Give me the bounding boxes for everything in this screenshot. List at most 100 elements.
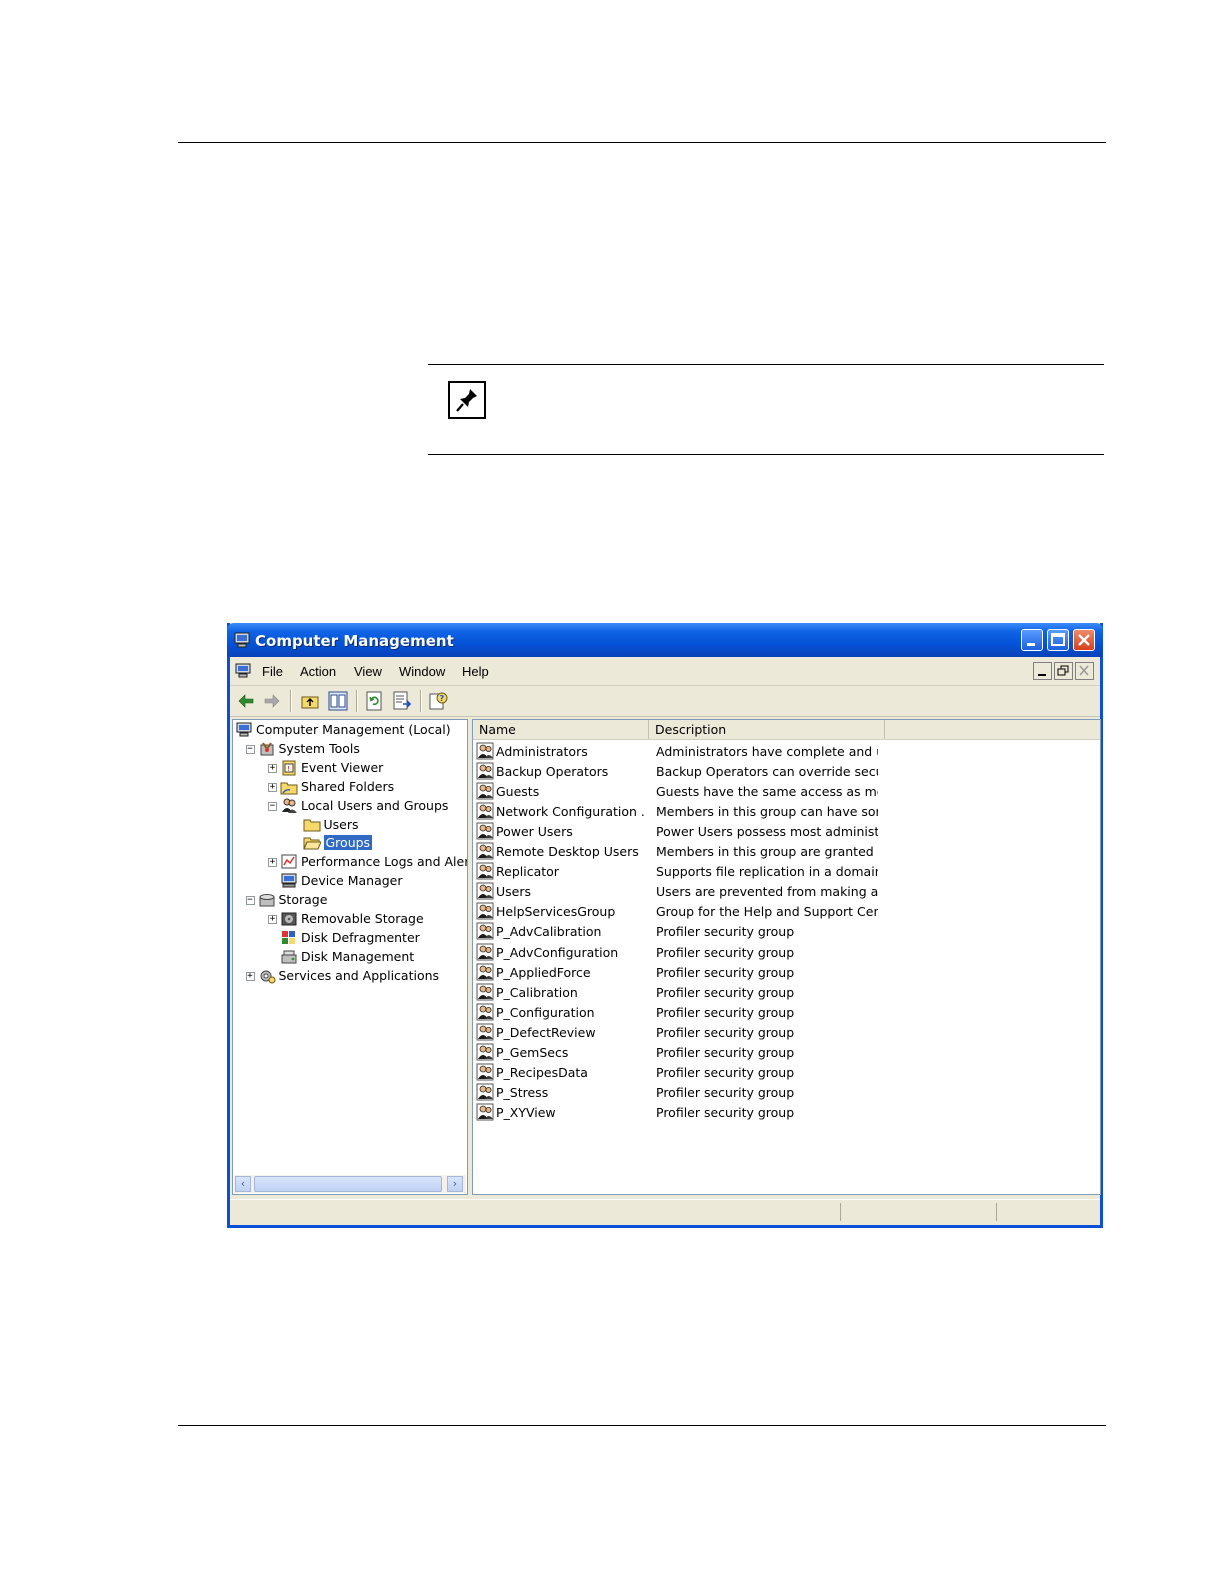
tree-item-event-viewer[interactable]: +! Event Viewer [233,759,467,777]
maximize-button[interactable] [1047,629,1069,651]
close-button[interactable] [1073,629,1095,651]
list-item[interactable]: Replicator Supports file replication in a… [473,862,1100,882]
tree-item-storage[interactable]: − Storage [233,891,467,909]
tree-item-local-users-and-groups[interactable]: − Local Users and Groups [233,797,467,815]
list-item[interactable]: P_XYView Profiler security group [473,1103,1100,1123]
export-list-icon[interactable] [392,691,412,711]
group-description: Power Users possess most administr... [656,824,878,840]
window-title: Computer Management [255,632,454,650]
folder-open-icon [302,837,321,850]
collapse-icon[interactable]: − [268,801,277,811]
console-tree: Computer Management (Local) − System Tools… [232,719,468,1195]
group-name: Remote Desktop Users [496,844,639,860]
list-item[interactable]: P_Stress Profiler security group [473,1083,1100,1103]
menu-file[interactable]: File [262,664,283,679]
list-item[interactable]: Administrators Administrators have comple… [473,742,1100,762]
list-item[interactable]: Remote Desktop Users Members in this grou… [473,842,1100,862]
group-description: Profiler security group [656,944,795,960]
list-item[interactable]: Guests Guests have the same access as me.… [473,782,1100,802]
list-item[interactable]: P_Calibration Profiler security group [473,983,1100,1003]
group-icon [476,1023,494,1041]
tree-item-disk-defragmenter[interactable]: Disk Defragmenter [233,929,467,947]
expand-icon[interactable]: + [268,763,277,773]
close-icon [1079,665,1089,676]
mdi-minimize-button[interactable] [1033,662,1052,680]
list-item[interactable]: Power Users Power Users possess most admi… [473,822,1100,842]
minimize-icon [1038,674,1046,676]
list-item[interactable]: Users Users are prevented from making ac.… [473,882,1100,902]
disk-management-icon [281,950,297,964]
list-item[interactable]: P_RecipesData Profiler security group [473,1063,1100,1083]
scroll-left-button[interactable]: ‹ [235,1176,251,1192]
users-groups-icon [282,798,297,813]
collapse-icon[interactable]: − [245,896,255,906]
horizontal-scrollbar[interactable]: ‹ › [234,1175,466,1193]
list-item[interactable]: Backup Operators Backup Operators can ove… [473,762,1100,782]
tree-item-label: Disk Management [301,948,415,964]
column-header-description[interactable]: Description [649,720,885,739]
list-item[interactable]: P_AdvCalibration Profiler security group [473,922,1100,942]
mdi-controls [1033,662,1097,680]
list-item[interactable]: P_DefectReview Profiler security group [473,1023,1100,1043]
tree-item-label: Services and Applications [278,967,440,983]
expand-icon[interactable]: + [268,782,277,792]
menu-view[interactable]: View [354,664,382,679]
group-description: Backup Operators can override secu... [656,764,878,780]
group-icon [476,802,494,820]
computer-icon [234,632,250,648]
tree-item-removable-storage[interactable]: + Removable Storage [233,910,467,928]
folder-icon [303,819,320,831]
show-hide-tree-icon[interactable] [328,691,348,711]
tree-item-shared-folders[interactable]: + Shared Folders [233,778,467,796]
menu-window[interactable]: Window [399,664,445,679]
list-item[interactable]: Network Configuration ... Members in this… [473,802,1100,822]
minimize-button[interactable] [1021,629,1043,651]
tree-item-computer-management-local[interactable]: Computer Management (Local) [233,721,467,739]
tools-icon [260,742,273,756]
help-icon[interactable]: ? [428,691,448,711]
tree-item-label: System Tools [278,740,360,756]
expand-icon[interactable]: + [268,915,277,924]
tree-item-services-and-applications[interactable]: + Services and Applications [233,967,467,985]
toolbar: ? [230,686,1100,717]
list-item[interactable]: P_GemSecs Profiler security group [473,1043,1100,1063]
group-icon [476,882,494,900]
column-header-name[interactable]: Name [473,720,649,739]
mdi-close-button[interactable] [1075,662,1094,680]
expand-icon[interactable]: + [245,971,255,981]
menu-action[interactable]: Action [300,664,336,679]
mdi-restore-button[interactable] [1054,662,1073,680]
tree-item-device-manager[interactable]: Device Manager [233,872,467,890]
tree-item-performance-logs-and-alerts[interactable]: + Performance Logs and Alerts [233,853,467,871]
computer-icon [236,722,252,737]
list-item[interactable]: P_AdvConfiguration Profiler security grou… [473,943,1100,963]
tree-item-users[interactable]: Users [233,816,467,834]
menu-help[interactable]: Help [462,664,489,679]
group-name: Replicator [496,864,559,880]
group-icon [476,963,494,981]
tree-item-label: Storage [278,892,328,908]
forward-arrow-icon[interactable] [262,691,282,711]
collapse-icon[interactable]: − [245,744,255,754]
list-item[interactable]: P_Configuration Profiler security group [473,1003,1100,1023]
group-icon [476,1043,494,1061]
tree-item-label: Performance Logs and Alerts [301,854,468,870]
scroll-thumb[interactable] [254,1176,442,1192]
list-item[interactable]: HelpServicesGroup Group for the Help and … [473,902,1100,922]
refresh-icon[interactable] [364,691,384,711]
group-name: P_GemSecs [496,1044,569,1060]
computer-icon[interactable] [234,663,252,679]
group-description: Profiler security group [656,1044,795,1060]
list-item[interactable]: P_AppliedForce Profiler security group [473,963,1100,983]
tree-item-disk-management[interactable]: Disk Management [233,948,467,966]
back-arrow-icon[interactable] [236,691,256,711]
tree-item-system-tools[interactable]: − System Tools [233,740,467,758]
minimize-icon [1027,643,1035,646]
up-one-level-icon[interactable] [300,691,320,711]
page-bottom-rule [178,1425,1106,1426]
scroll-right-button[interactable]: › [447,1176,463,1192]
title-bar[interactable]: Computer Management [227,623,1103,657]
group-name: Power Users [496,824,573,840]
expand-icon[interactable]: + [268,858,277,868]
tree-item-groups[interactable]: Groups [233,834,467,852]
